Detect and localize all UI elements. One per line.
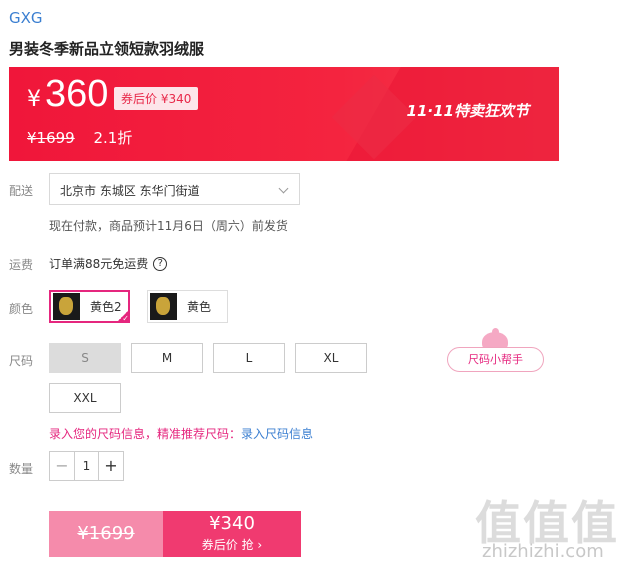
size-tip: 录入您的尺码信息，精准推荐尺码：录入尺码信息 xyxy=(49,425,313,442)
size-info-link[interactable]: 录入尺码信息 xyxy=(241,427,313,441)
quantity-increase-button[interactable]: + xyxy=(99,452,123,480)
coupon-price-badge: 券后价 ¥340 xyxy=(114,87,199,110)
freight-text: 订单满88元免运费 xyxy=(49,257,149,271)
selected-check-icon: ✓ xyxy=(116,309,130,323)
size-tip-text: 录入您的尺码信息，精准推荐尺码： xyxy=(49,427,242,441)
size-option-m[interactable]: M xyxy=(131,343,203,373)
delivery-label: 配送 xyxy=(9,184,34,198)
current-price: ¥ 360 xyxy=(27,73,108,116)
quantity-input[interactable]: 1 xyxy=(74,452,99,480)
freight-label: 运费 xyxy=(9,258,34,272)
size-option-xl[interactable]: XL xyxy=(295,343,367,373)
brand-link[interactable]: GXG xyxy=(9,9,43,27)
color-option-label: 黄色 xyxy=(187,300,212,314)
size-option-xxl[interactable]: XXL xyxy=(49,383,121,413)
watermark-url: zhizhizhi.com xyxy=(482,541,604,562)
shipping-note: 现在付款，商品预计11月6日（周六）前发货 xyxy=(49,219,288,233)
color-thumbnail xyxy=(150,293,177,320)
size-helper-button[interactable]: 尺码小帮手 xyxy=(447,347,544,372)
product-title: 男装冬季新品立领短款羽绒服 xyxy=(9,40,205,58)
size-option-l[interactable]: L xyxy=(213,343,285,373)
size-option-s[interactable]: S xyxy=(49,343,121,373)
color-thumbnail xyxy=(53,293,80,320)
discount-rate: 2.1折 xyxy=(93,129,133,147)
quantity-decrease-button[interactable]: − xyxy=(50,452,74,480)
quantity-label: 数量 xyxy=(9,462,34,476)
original-price: ¥1699 xyxy=(27,129,75,147)
chevron-down-icon xyxy=(278,183,289,194)
buy-cta-label: 券后价 抢 › xyxy=(201,538,263,552)
price-value: 360 xyxy=(45,73,109,115)
address-select[interactable]: 北京市 东城区 东华门街道 xyxy=(49,173,300,205)
currency-symbol: ¥ xyxy=(27,87,41,112)
help-icon[interactable]: ? xyxy=(153,256,168,271)
color-label: 颜色 xyxy=(9,302,34,316)
event-label: 11·11特卖狂欢节 xyxy=(406,102,529,120)
quantity-stepper: − 1 + xyxy=(49,451,124,481)
freight-info: 订单满88元免运费 ? xyxy=(49,255,168,272)
color-option-yellow2[interactable]: 黄色2 ✓ xyxy=(49,290,130,323)
buy-price: ¥340 xyxy=(209,513,255,534)
original-price-button[interactable]: ¥1699 xyxy=(49,511,163,557)
size-label: 尺码 xyxy=(9,354,34,368)
original-price-row: ¥1699 2.1折 xyxy=(27,127,132,148)
price-banner: ¥ 360 券后价 ¥340 ¥1699 2.1折 11·11特卖狂欢节 xyxy=(9,67,559,161)
color-option-yellow[interactable]: 黄色 xyxy=(147,290,228,323)
address-value: 北京市 东城区 东华门街道 xyxy=(60,184,200,198)
coupon-buy-button[interactable]: ¥340 券后价 抢 › xyxy=(163,511,301,557)
